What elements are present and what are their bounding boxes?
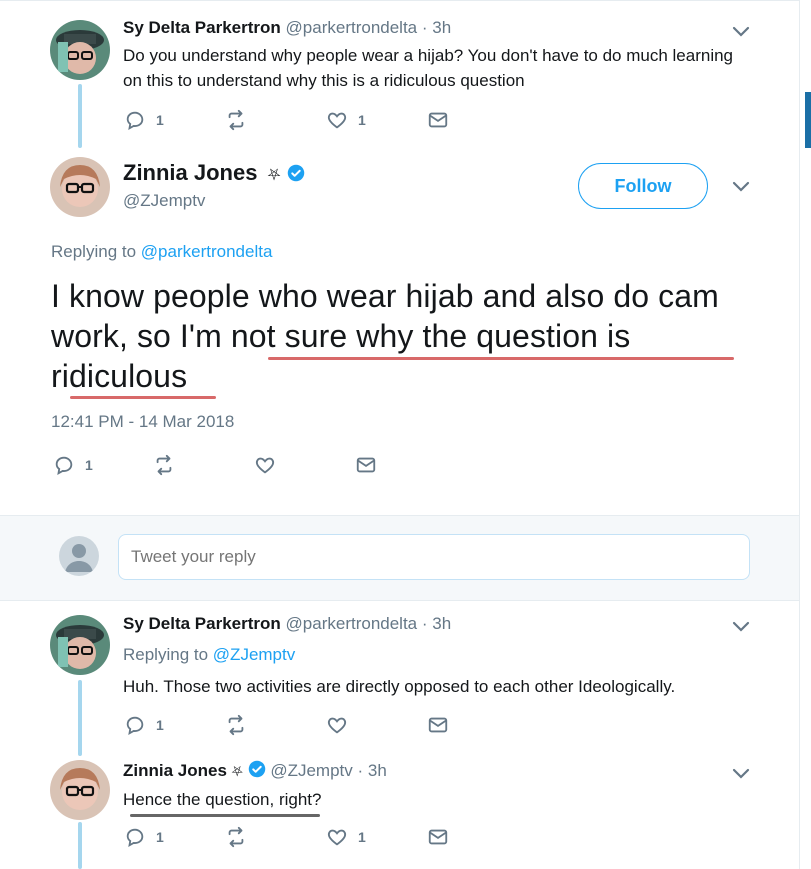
heart-icon [327,112,347,129]
chevron-down-icon[interactable] [731,767,751,781]
heart-icon [327,829,347,846]
reply-input[interactable] [118,534,750,580]
reply-button[interactable]: 1 [124,109,164,131]
reply-button[interactable]: 1 [124,826,164,848]
direct-message-button[interactable] [355,454,377,476]
retweet-button[interactable] [225,109,247,131]
replying-to-link[interactable]: @parkertrondelta [141,242,273,261]
heart-icon [327,717,347,734]
retweet-icon [228,826,244,848]
spellcheck-underline [70,396,216,399]
author-name[interactable]: Sy Delta Parkertron [123,18,281,37]
author-handle[interactable]: @ZJemptv [270,761,352,780]
reply-icon [126,111,144,130]
author-name[interactable]: Zinnia Jones [123,761,227,780]
replying-to-label: Replying to [51,242,137,261]
author-name-line: Zinnia Jones ⛧ [123,160,305,186]
reply-icon [126,828,144,847]
chevron-down-icon[interactable] [731,25,751,39]
replying-to: Replying to @parkertrondelta [51,242,272,262]
author-handle[interactable]: @parkertrondelta [286,18,418,37]
heart-icon [255,457,275,474]
reply-icon [55,456,73,475]
author-handle[interactable]: @parkertrondelta [286,614,418,633]
like-button[interactable] [254,454,276,476]
replying-to-label: Replying to [123,645,209,664]
follow-button[interactable]: Follow [578,163,708,209]
tweet-text: Do you understand why people wear a hija… [123,46,734,90]
retweet-button[interactable] [225,714,247,736]
replying-to: Replying to @ZJemptv [123,645,295,665]
avatar[interactable] [50,20,110,80]
retweet-icon [228,109,244,131]
reply-icon [126,716,144,735]
direct-message-button[interactable] [427,109,449,131]
spellcheck-underline [268,357,734,360]
tweet-time[interactable]: · 3h [358,761,387,780]
tweet-text: Hence the question, right? [123,790,322,809]
reply-count: 1 [85,457,93,473]
reply-count: 1 [156,829,164,845]
envelope-icon [428,829,448,845]
chevron-down-icon[interactable] [731,180,751,194]
reply-button[interactable]: 1 [53,454,93,476]
reply-button[interactable]: 1 [124,714,164,736]
like-button[interactable] [326,714,348,736]
author-name[interactable]: Zinnia Jones [123,160,257,185]
envelope-icon [428,717,448,733]
author-name-line: Zinnia Jones ⛧ @ZJemptv · 3h [123,760,387,781]
envelope-icon [356,457,376,473]
tweet-time[interactable]: · 3h [422,614,451,633]
tweet-text: Huh. Those two activities are directly o… [123,677,676,696]
reply-composer [0,515,799,601]
chevron-down-icon[interactable] [731,620,751,634]
like-button[interactable]: 1 [326,826,366,848]
pentagram-icon: ⛧ [267,167,281,184]
retweet-icon [228,714,244,736]
pentagram-icon: ⛧ [231,763,243,779]
avatar[interactable] [50,615,110,675]
reply-count: 1 [156,717,164,733]
avatar[interactable] [50,157,110,217]
retweet-button[interactable] [225,826,247,848]
envelope-icon [428,112,448,128]
reply-count: 1 [156,112,164,128]
verified-badge-icon [248,760,265,778]
direct-message-button[interactable] [427,826,449,848]
scrollbar-thumb[interactable] [805,92,811,148]
like-count: 1 [358,829,366,845]
verified-badge-icon [287,164,304,182]
like-button[interactable]: 1 [326,109,366,131]
avatar[interactable] [50,760,110,820]
replying-to-link[interactable]: @ZJemptv [213,645,295,664]
thread-connector [78,680,82,756]
direct-message-button[interactable] [427,714,449,736]
author-handle[interactable]: @ZJemptv [123,191,205,211]
tweet-timestamp[interactable]: 12:41 PM - 14 Mar 2018 [51,412,234,432]
thread-connector [78,84,82,148]
retweet-button[interactable] [153,454,175,476]
avatar [59,536,99,576]
top-divider [0,0,799,1]
scribble-underline [130,814,320,817]
tweet-text: I know people who wear hijab and also do… [51,278,719,394]
tweet-time[interactable]: · 3h [422,18,451,37]
like-count: 1 [358,112,366,128]
retweet-icon [156,454,172,476]
author-name[interactable]: Sy Delta Parkertron [123,614,281,633]
thread-connector [78,822,82,869]
